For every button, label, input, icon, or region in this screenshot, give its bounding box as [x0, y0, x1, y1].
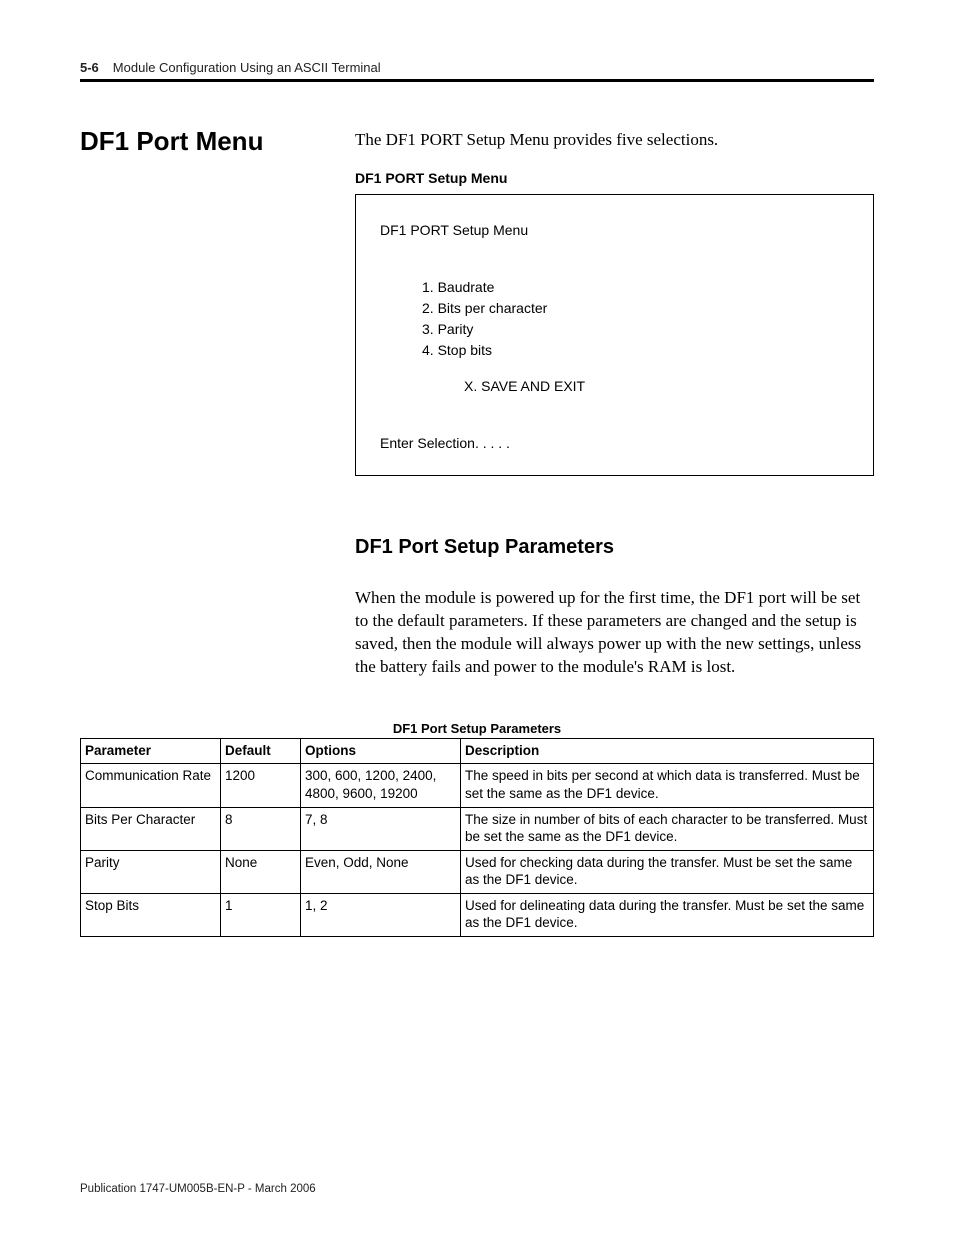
header-rule	[80, 79, 874, 82]
cell-description: The speed in bits per second at which da…	[461, 764, 874, 807]
th-default: Default	[221, 738, 301, 764]
cell-default: 1200	[221, 764, 301, 807]
menu-title: DF1 PORT Setup Menu	[380, 221, 849, 240]
menu-prompt: Enter Selection. . . . .	[380, 434, 849, 453]
subsection-body: When the module is powered up for the fi…	[355, 587, 874, 679]
parameters-table: Parameter Default Options Description Co…	[80, 738, 874, 937]
intro-row: DF1 Port Menu The DF1 PORT Setup Menu pr…	[80, 127, 874, 697]
cell-parameter: Stop Bits	[81, 893, 221, 936]
cell-description: The size in number of bits of each chara…	[461, 807, 874, 850]
table-row: Parity None Even, Odd, None Used for che…	[81, 850, 874, 893]
section-title: DF1 Port Menu	[80, 127, 345, 156]
menu-box: DF1 PORT Setup Menu 1. Baudrate 2. Bits …	[355, 194, 874, 476]
menu-item: 3. Parity	[422, 320, 849, 339]
menu-box-label: DF1 PORT Setup Menu	[355, 170, 874, 186]
running-header: 5-6 Module Configuration Using an ASCII …	[80, 60, 874, 75]
cell-parameter: Communication Rate	[81, 764, 221, 807]
menu-exit: X. SAVE AND EXIT	[422, 377, 849, 396]
cell-options: Even, Odd, None	[301, 850, 461, 893]
th-description: Description	[461, 738, 874, 764]
page-number: 5-6	[80, 60, 99, 75]
table-row: Bits Per Character 8 7, 8 The size in nu…	[81, 807, 874, 850]
cell-options: 1, 2	[301, 893, 461, 936]
cell-default: 1	[221, 893, 301, 936]
cell-options: 7, 8	[301, 807, 461, 850]
page: 5-6 Module Configuration Using an ASCII …	[0, 0, 954, 1235]
table-row: Communication Rate 1200 300, 600, 1200, …	[81, 764, 874, 807]
table-header-row: Parameter Default Options Description	[81, 738, 874, 764]
th-parameter: Parameter	[81, 738, 221, 764]
intro-text: The DF1 PORT Setup Menu provides five se…	[355, 129, 874, 152]
cell-default: 8	[221, 807, 301, 850]
menu-item: 4. Stop bits	[422, 341, 849, 360]
cell-parameter: Parity	[81, 850, 221, 893]
cell-description: Used for checking data during the transf…	[461, 850, 874, 893]
cell-parameter: Bits Per Character	[81, 807, 221, 850]
publication-footer: Publication 1747-UM005B-EN-P - March 200…	[80, 1183, 316, 1195]
menu-items: 1. Baudrate 2. Bits per character 3. Par…	[380, 278, 849, 396]
menu-item: 1. Baudrate	[422, 278, 849, 297]
table-caption: DF1 Port Setup Parameters	[80, 721, 874, 736]
subsection-title: DF1 Port Setup Parameters	[355, 536, 874, 559]
th-options: Options	[301, 738, 461, 764]
table-row: Stop Bits 1 1, 2 Used for delineating da…	[81, 893, 874, 936]
cell-options: 300, 600, 1200, 2400, 4800, 9600, 19200	[301, 764, 461, 807]
cell-default: None	[221, 850, 301, 893]
menu-item: 2. Bits per character	[422, 299, 849, 318]
chapter-title: Module Configuration Using an ASCII Term…	[113, 60, 381, 75]
cell-description: Used for delineating data during the tra…	[461, 893, 874, 936]
